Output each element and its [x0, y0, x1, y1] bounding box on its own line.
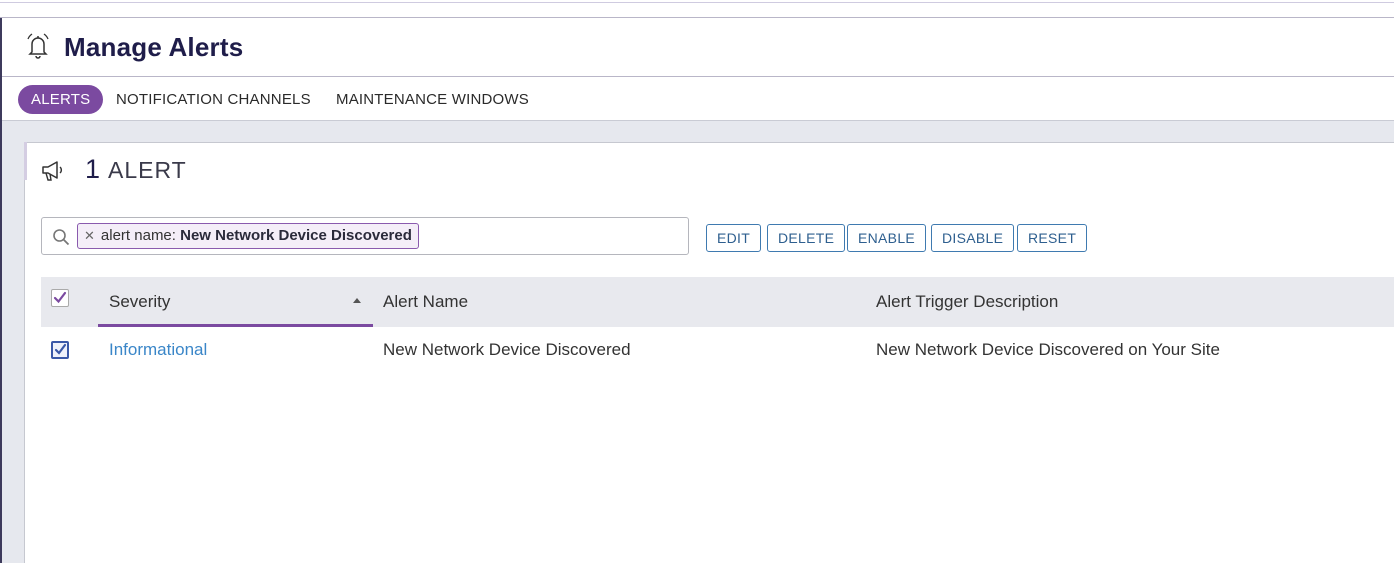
- checkmark-icon: [54, 343, 67, 355]
- column-header-severity[interactable]: Severity: [109, 291, 170, 313]
- panel-accent: [24, 142, 27, 180]
- disable-button[interactable]: DISABLE: [931, 224, 1015, 252]
- tab-bar: ALERTS NOTIFICATION CHANNELS MAINTENANCE…: [2, 77, 1394, 120]
- tab-alerts[interactable]: ALERTS: [18, 85, 104, 114]
- select-all-checkbox[interactable]: [51, 289, 69, 307]
- tab-notification-channels[interactable]: NOTIFICATION CHANNELS: [116, 85, 311, 114]
- filter-search-input[interactable]: ✕ alert name: New Network Device Discover…: [41, 217, 689, 255]
- remove-filter-icon[interactable]: ✕: [84, 228, 95, 243]
- search-icon: [53, 229, 70, 246]
- delete-button[interactable]: DELETE: [767, 224, 846, 252]
- page-title: Manage Alerts: [64, 32, 244, 62]
- filter-chip-value: New Network Device Discovered: [180, 227, 412, 244]
- sort-ascending-icon: [353, 298, 361, 303]
- alert-count-label: ALERT: [108, 157, 187, 183]
- severity-link[interactable]: Informational: [109, 339, 207, 361]
- alerts-panel: 1 ALERT ✕ alert name: New Network Device …: [24, 142, 1394, 563]
- table-header: Severity Alert Name Alert Trigger Descri…: [41, 277, 1394, 327]
- alert-description-cell: New Network Device Discovered on Your Si…: [876, 340, 1220, 359]
- checkmark-icon: [53, 291, 67, 304]
- top-strip: [0, 0, 1394, 18]
- bell-icon: [27, 33, 49, 59]
- megaphone-icon: [42, 161, 62, 181]
- sort-indicator: [98, 324, 373, 327]
- alert-count: 1: [85, 154, 101, 184]
- tab-maintenance-windows[interactable]: MAINTENANCE WINDOWS: [336, 85, 529, 114]
- row-checkbox[interactable]: [51, 341, 69, 359]
- column-header-alert-name[interactable]: Alert Name: [383, 291, 468, 313]
- enable-button[interactable]: ENABLE: [847, 224, 927, 252]
- filter-chip: ✕ alert name: New Network Device Discover…: [77, 223, 419, 249]
- reset-button[interactable]: RESET: [1017, 224, 1088, 252]
- filter-chip-key: alert name:: [100, 227, 176, 244]
- edit-button[interactable]: EDIT: [706, 224, 762, 252]
- alert-name-cell: New Network Device Discovered: [383, 340, 631, 359]
- page-header: Manage Alerts: [2, 19, 1394, 77]
- column-header-alert-trigger-description[interactable]: Alert Trigger Description: [876, 291, 1058, 313]
